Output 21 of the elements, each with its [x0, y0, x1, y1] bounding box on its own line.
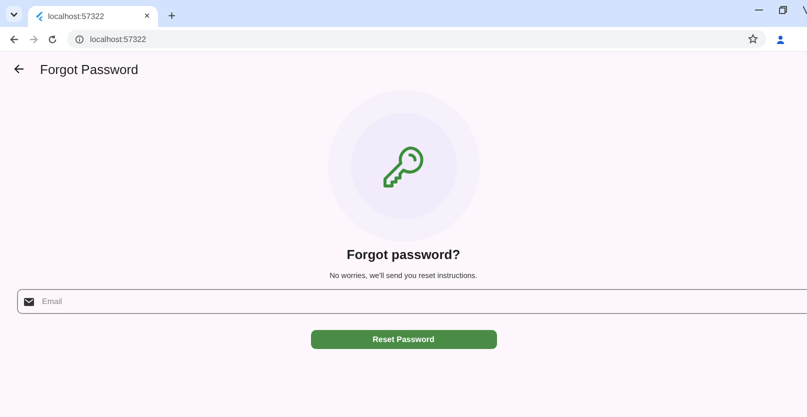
page-title: Forgot Password	[40, 62, 138, 76]
profile-icon[interactable]	[776, 34, 785, 44]
chevron-down-icon	[10, 10, 18, 18]
reset-password-button[interactable]: Reset Password	[310, 330, 496, 349]
url-text: localhost:57322	[90, 34, 146, 44]
tab-title: localhost:57322	[48, 12, 106, 21]
restore-icon[interactable]	[779, 6, 787, 14]
address-bar[interactable]: localhost:57322	[67, 30, 766, 48]
flutter-logo-icon	[36, 12, 43, 21]
heading: Forgot password?	[346, 247, 460, 262]
email-field[interactable]: Email	[17, 289, 807, 314]
browser-tab[interactable]: localhost:57322 ×	[28, 6, 158, 27]
back-arrow-icon[interactable]	[10, 34, 19, 44]
tab-search-button[interactable]	[6, 6, 22, 22]
envelope-icon	[24, 298, 34, 306]
tab-close-button[interactable]: ×	[144, 11, 150, 22]
new-tab-button[interactable]: +	[164, 8, 180, 23]
info-icon	[75, 34, 84, 44]
back-arrow-icon[interactable]	[14, 64, 24, 74]
star-icon[interactable]	[748, 34, 758, 44]
reload-icon[interactable]	[48, 34, 57, 44]
